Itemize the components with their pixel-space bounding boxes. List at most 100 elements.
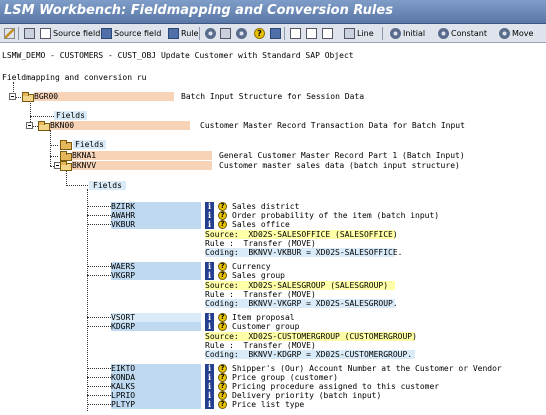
field-waers[interactable]: WAERS bbox=[111, 262, 201, 271]
tree-connector bbox=[87, 215, 111, 216]
page-button-1[interactable] bbox=[288, 26, 303, 41]
help-icon[interactable]: ? bbox=[218, 364, 227, 373]
help-icon[interactable]: ? bbox=[218, 382, 227, 391]
help-icon[interactable]: ? bbox=[218, 271, 227, 280]
field-konda[interactable]: KONDA bbox=[111, 373, 201, 382]
folder-icon bbox=[60, 151, 72, 161]
help-icon: ? bbox=[254, 28, 265, 39]
structure-bkn00[interactable]: BKN00 bbox=[50, 121, 190, 130]
rule-coding-vkbur[interactable]: Coding: BKNVV-VKBUR = XD02S-SALESOFFICE. bbox=[205, 248, 402, 257]
help-icon[interactable]: ? bbox=[218, 322, 227, 331]
rule-source-kdgrp[interactable]: Source: XD02S-CUSTOMERGROUP (CUSTOMERGRO… bbox=[205, 332, 417, 341]
source-field-label-2: Source field bbox=[114, 29, 162, 38]
tree-connector bbox=[87, 395, 111, 396]
info-icon[interactable]: i bbox=[205, 220, 214, 229]
object-path: LSMW_DEMO - CUSTOMERS - CUST_OBJ Update … bbox=[2, 51, 354, 60]
structure-bkn00-desc: Customer Master Record Transaction Data … bbox=[200, 121, 465, 130]
structure-bkna1[interactable]: BKNA1 bbox=[72, 151, 212, 160]
field-vsort-desc: Item proposal bbox=[232, 313, 295, 322]
field-bzirk[interactable]: BZIRK bbox=[111, 202, 201, 211]
rule-type-kdgrp: Rule : Transfer (MOVE) bbox=[205, 341, 316, 350]
help-icon[interactable]: ? bbox=[218, 400, 227, 409]
info-icon[interactable]: i bbox=[205, 400, 214, 409]
tree-connector bbox=[50, 156, 58, 157]
help-icon[interactable]: ? bbox=[218, 220, 227, 229]
toolbar-separator bbox=[382, 27, 383, 40]
field-pltyp[interactable]: PLTYP bbox=[111, 400, 201, 409]
info-button[interactable] bbox=[268, 26, 283, 41]
tree-connector bbox=[66, 171, 67, 186]
help-icon[interactable]: ? bbox=[218, 391, 227, 400]
field-awahr[interactable]: AWAHR bbox=[111, 211, 201, 220]
help-icon[interactable]: ? bbox=[218, 202, 227, 211]
tree-connector bbox=[87, 224, 111, 225]
fields-node-bkn00[interactable]: Fields bbox=[73, 140, 106, 149]
gear-icon bbox=[390, 28, 401, 39]
field-vsort[interactable]: VSORT bbox=[111, 313, 201, 322]
toolbar-separator bbox=[199, 27, 200, 40]
document-icon bbox=[40, 28, 51, 39]
gear-icon bbox=[236, 28, 247, 39]
field-kdgrp[interactable]: KDGRP bbox=[111, 322, 201, 331]
display-button[interactable] bbox=[218, 26, 233, 41]
initial-button[interactable]: Initial bbox=[388, 26, 427, 41]
fields-node-bgr00[interactable]: Fields bbox=[54, 111, 87, 120]
folder-open-icon bbox=[38, 121, 50, 131]
line-button[interactable]: Line bbox=[342, 26, 376, 41]
help-icon[interactable]: ? bbox=[218, 262, 227, 271]
initial-label: Initial bbox=[403, 29, 426, 38]
toolbar-separator bbox=[284, 27, 285, 40]
rule-button[interactable]: Rule bbox=[166, 26, 200, 41]
rule-label: Rule bbox=[181, 29, 199, 38]
source-field-button-1[interactable]: Source field bbox=[38, 26, 102, 41]
help-icon[interactable]: ? bbox=[218, 313, 227, 322]
options-button[interactable] bbox=[234, 26, 249, 41]
move-button[interactable]: Move bbox=[497, 26, 535, 41]
structure-bgr00-desc: Batch Input Structure for Session Data bbox=[181, 92, 365, 101]
field-vkgrp[interactable]: VKGRP bbox=[111, 271, 201, 280]
constant-button[interactable]: Constant bbox=[436, 26, 489, 41]
expand-button[interactable] bbox=[22, 26, 37, 41]
page-button-2[interactable] bbox=[304, 26, 319, 41]
rule-coding-vkgrp[interactable]: Coding: BKNVV-VKGRP = XD02S-SALESGROUP. bbox=[205, 299, 398, 308]
info-icon[interactable]: i bbox=[205, 322, 214, 331]
source-field-label-1: Source field bbox=[53, 29, 101, 38]
source-field-button-2[interactable]: Source field bbox=[99, 26, 163, 41]
rule-source-vkbur[interactable]: Source: XD02S-SALESOFFICE (SALESOFFICE) bbox=[205, 230, 398, 239]
edit-button[interactable] bbox=[2, 26, 17, 41]
field-vkbur[interactable]: VKBUR bbox=[111, 220, 201, 229]
toolbar-separator bbox=[18, 27, 19, 40]
help-icon[interactable]: ? bbox=[218, 211, 227, 220]
field-kdgrp-desc: Customer group bbox=[232, 322, 300, 331]
rule-source-vkgrp[interactable]: Source: XD02S-SALESGROUP (SALESGROUP) bbox=[205, 281, 395, 290]
page-button-3[interactable] bbox=[320, 26, 335, 41]
rule-coding-kdgrp[interactable]: Coding: BKNVV-KDGRP = XD02S-CUSTOMERGROU… bbox=[205, 350, 415, 359]
field-eikto[interactable]: EIKTO bbox=[111, 364, 201, 373]
field-bzirk-desc: Sales district bbox=[232, 202, 300, 211]
collapse-icon[interactable] bbox=[26, 122, 33, 129]
help-button[interactable]: ? bbox=[252, 26, 267, 41]
structure-bknvv-desc: Customer master sales data (batch input … bbox=[219, 161, 460, 170]
tree-connector bbox=[87, 404, 111, 405]
folder-icon bbox=[60, 140, 72, 150]
collapse-icon[interactable] bbox=[9, 93, 16, 100]
field-lprio[interactable]: LPRIO bbox=[111, 391, 201, 400]
source-field-icon bbox=[101, 28, 112, 39]
rule-type-vkbur: Rule : Transfer (MOVE) bbox=[205, 239, 316, 248]
structure-bknvv[interactable]: BKNVV bbox=[72, 161, 212, 170]
help-icon[interactable]: ? bbox=[218, 373, 227, 382]
field-kalks[interactable]: KALKS bbox=[111, 382, 201, 391]
tree-connector bbox=[87, 386, 111, 387]
tree-connector bbox=[87, 275, 111, 276]
fields-node-bknvv[interactable]: Fields bbox=[89, 181, 126, 190]
rule-icon bbox=[168, 28, 179, 39]
info-icon[interactable]: i bbox=[205, 271, 214, 280]
line-label: Line bbox=[357, 29, 374, 38]
tree-connector bbox=[87, 377, 111, 378]
tree-connector bbox=[50, 145, 58, 146]
gear-icon bbox=[499, 28, 510, 39]
page-icon bbox=[306, 28, 317, 39]
tree-connector bbox=[87, 368, 111, 369]
structure-bgr00[interactable]: BGR00 bbox=[34, 92, 174, 101]
settings-button[interactable] bbox=[203, 26, 218, 41]
